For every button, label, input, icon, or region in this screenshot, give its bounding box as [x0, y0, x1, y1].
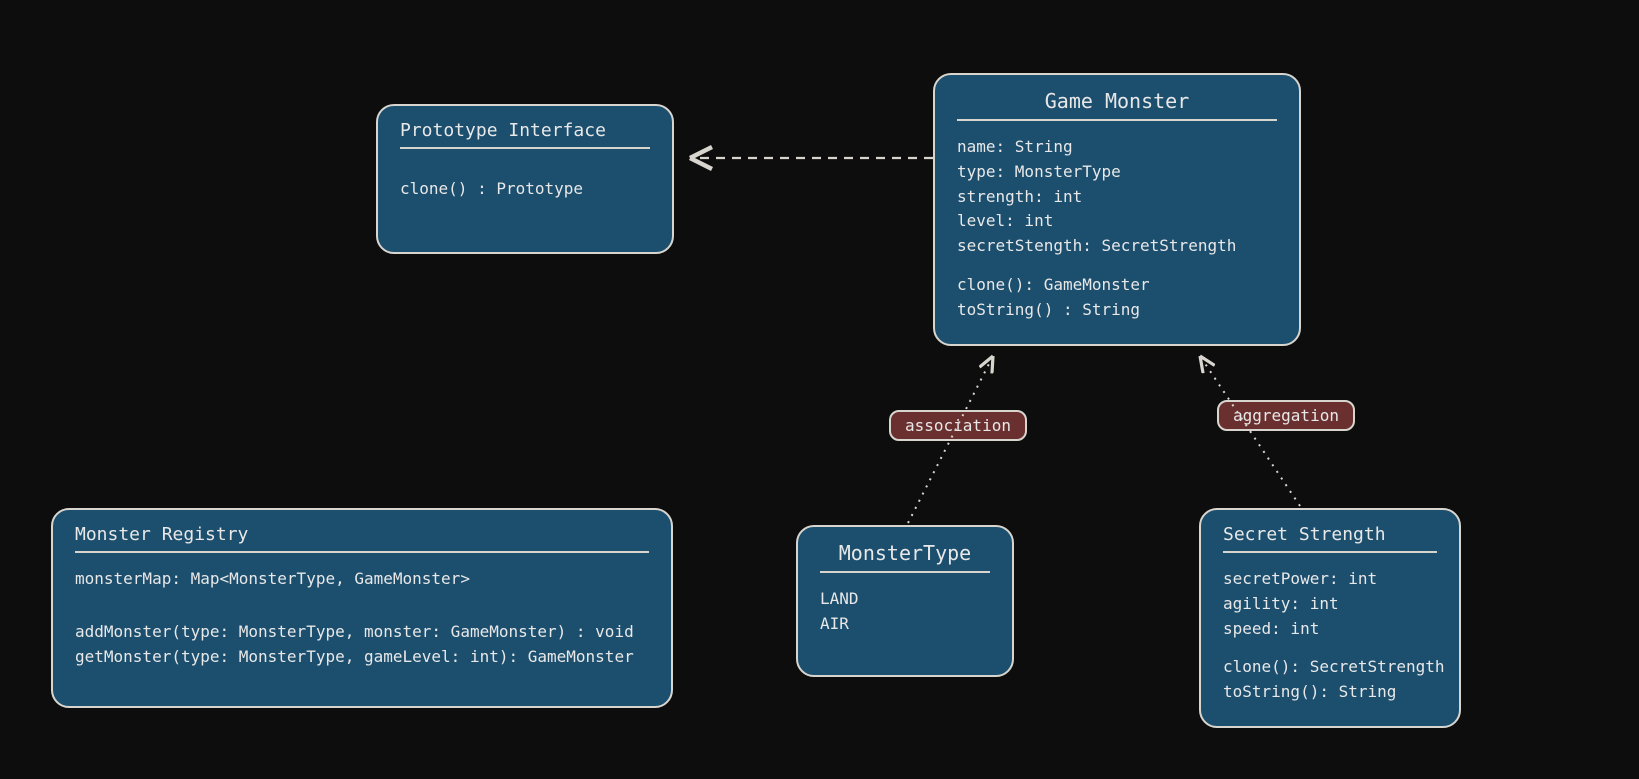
method: toString(): String [1223, 680, 1437, 705]
attr: monsterMap: Map<MonsterType, GameMonster… [75, 567, 649, 592]
divider [75, 551, 649, 553]
attr: name: String [957, 135, 1277, 160]
edge-aggregation [1200, 356, 1300, 506]
class-title: Prototype Interface [400, 120, 650, 141]
method: toString() : String [957, 298, 1277, 323]
class-title: Game Monster [957, 89, 1277, 113]
divider [820, 571, 990, 573]
class-title: Secret Strength [1223, 524, 1437, 545]
enum-value: AIR [820, 612, 990, 637]
class-secret-strength: Secret Strength secretPower: int agility… [1199, 508, 1461, 728]
attr: secretStength: SecretStrength [957, 234, 1277, 259]
method: addMonster(type: MonsterType, monster: G… [75, 620, 649, 645]
divider [400, 147, 650, 149]
attr: agility: int [1223, 592, 1437, 617]
method: clone() : Prototype [400, 177, 650, 202]
class-prototype-interface: Prototype Interface clone() : Prototype [376, 104, 674, 254]
class-monster-registry: Monster Registry monsterMap: Map<Monster… [51, 508, 673, 708]
attr: level: int [957, 209, 1277, 234]
class-game-monster: Game Monster name: String type: MonsterT… [933, 73, 1301, 346]
class-title: Monster Registry [75, 524, 649, 545]
attr: type: MonsterType [957, 160, 1277, 185]
divider [1223, 551, 1437, 553]
enum-value: LAND [820, 587, 990, 612]
method: clone(): SecretStrength [1223, 655, 1437, 680]
attr: secretPower: int [1223, 567, 1437, 592]
label-association: association [889, 410, 1027, 441]
class-monster-type: MonsterType LAND AIR [796, 525, 1014, 677]
method: getMonster(type: MonsterType, gameLevel:… [75, 645, 649, 670]
label-aggregation: aggregation [1217, 400, 1355, 431]
divider [957, 119, 1277, 121]
attr: strength: int [957, 185, 1277, 210]
attr: speed: int [1223, 617, 1437, 642]
class-title: MonsterType [820, 541, 990, 565]
method: clone(): GameMonster [957, 273, 1277, 298]
